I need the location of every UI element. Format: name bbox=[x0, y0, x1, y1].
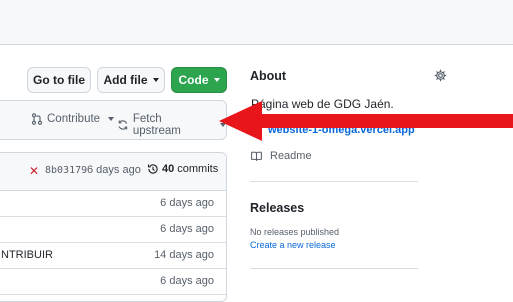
history-icon bbox=[147, 164, 158, 174]
file-row[interactable]: 6 days ago bbox=[0, 191, 226, 217]
website-link-label: website-1-omega.vercel.app bbox=[268, 124, 415, 136]
about-description: Página web de GDG Jaén. bbox=[251, 97, 394, 111]
file-name[interactable]: NTRIBUIR bbox=[1, 249, 53, 261]
add-file-button[interactable]: Add file bbox=[97, 67, 165, 93]
link-icon bbox=[251, 124, 263, 136]
add-file-label: Add file bbox=[103, 73, 148, 87]
file-age: 6 days ago bbox=[160, 275, 214, 287]
file-row[interactable]: 6 days ago bbox=[0, 269, 226, 295]
code-label: Code bbox=[178, 73, 209, 87]
contribute-label: Contribute bbox=[47, 113, 101, 125]
commit-count: 40 bbox=[162, 163, 175, 175]
fetch-upstream-label: Fetch upstream bbox=[132, 113, 181, 137]
no-releases-text: No releases published bbox=[250, 227, 340, 237]
gear-icon[interactable] bbox=[434, 69, 447, 82]
caret-down-icon bbox=[213, 78, 220, 82]
readme-label: Readme bbox=[270, 150, 312, 162]
repo-header-band bbox=[0, 0, 513, 45]
go-to-file-label: Go to file bbox=[33, 73, 85, 87]
sidebar-divider bbox=[250, 268, 418, 269]
file-age: 6 days ago bbox=[160, 197, 214, 209]
file-list: ✕ 8b03179 6 days ago 40 commits 6 days a… bbox=[0, 152, 227, 302]
caret-down-icon bbox=[108, 117, 115, 121]
git-pull-request-icon bbox=[31, 113, 43, 125]
latest-commit-header: ✕ 8b03179 6 days ago 40 commits bbox=[0, 153, 226, 191]
file-row[interactable]: 6 days ago bbox=[0, 217, 226, 243]
contribute-dropdown[interactable]: Contribute bbox=[31, 113, 115, 125]
website-link[interactable]: website-1-omega.vercel.app bbox=[251, 124, 415, 136]
go-to-file-button[interactable]: Go to file bbox=[27, 67, 91, 93]
file-age: 6 days ago bbox=[160, 223, 214, 235]
caret-down-icon bbox=[152, 78, 159, 82]
releases-heading[interactable]: Releases bbox=[250, 201, 304, 215]
readme-link[interactable]: Readme bbox=[250, 150, 312, 162]
file-age: 14 days ago bbox=[154, 249, 214, 261]
commit-sha-link[interactable]: 8b03179 bbox=[45, 165, 87, 176]
commit-age: 6 days ago bbox=[87, 164, 141, 176]
sidebar-divider bbox=[250, 181, 418, 182]
commit-history-link[interactable]: 40 commits bbox=[147, 163, 218, 175]
caret-down-icon bbox=[220, 123, 226, 127]
code-button[interactable]: Code bbox=[171, 67, 227, 93]
fetch-upstream-dropdown[interactable]: Fetch upstream bbox=[117, 113, 226, 137]
book-icon bbox=[251, 151, 262, 162]
fork-sync-bar: Contribute Fetch upstream bbox=[0, 100, 227, 140]
file-row[interactable]: NTRIBUIR 14 days ago bbox=[0, 243, 226, 269]
about-heading: About bbox=[250, 69, 287, 83]
commit-count-label: commits bbox=[177, 163, 219, 175]
x-icon[interactable]: ✕ bbox=[29, 164, 39, 178]
create-release-link[interactable]: Create a new release bbox=[250, 240, 336, 250]
sync-icon bbox=[118, 120, 128, 130]
